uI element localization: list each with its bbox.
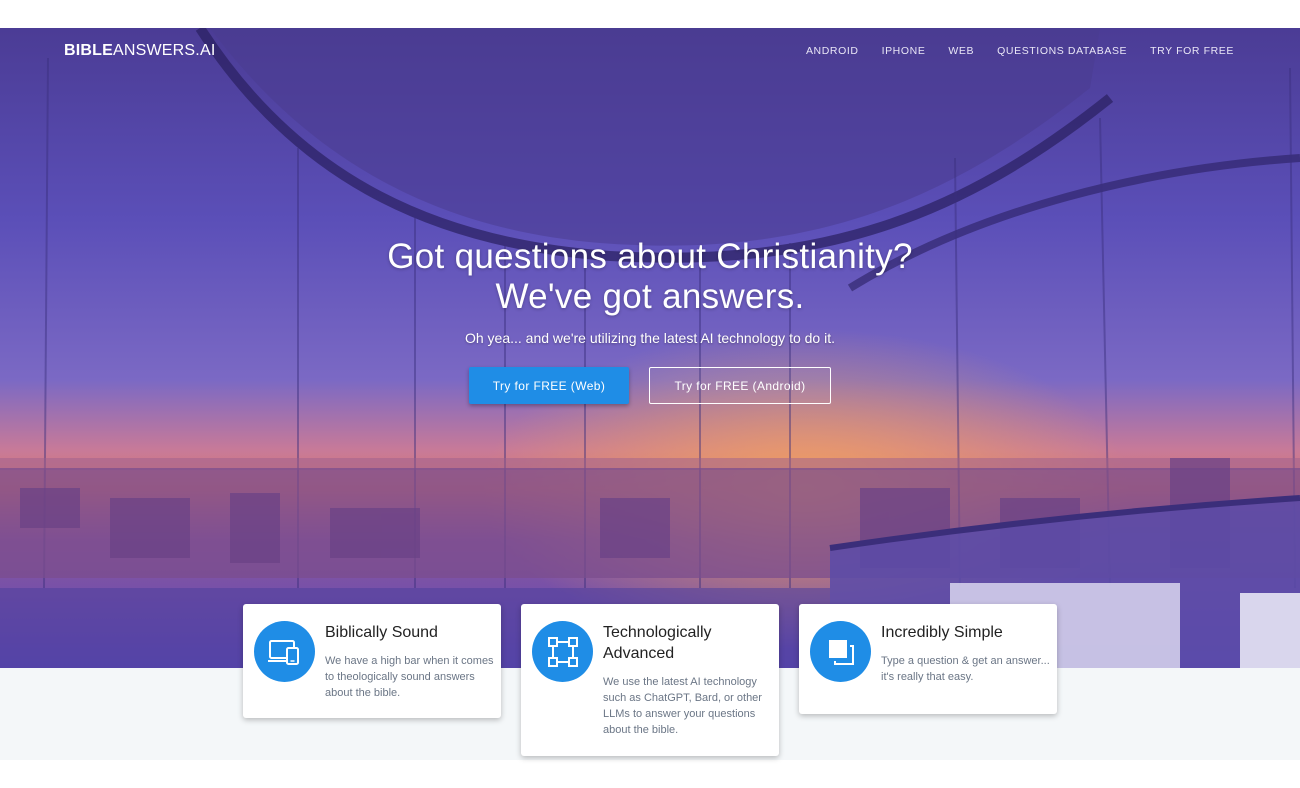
feature-card-incredibly-simple: Incredibly Simple Type a question & get … <box>799 604 1057 714</box>
feature-title: Biblically Sound <box>325 624 438 641</box>
hero-background-image <box>0 28 1300 668</box>
hero-headline-line-1: Got questions about Christianity? <box>387 237 913 276</box>
feature-title-line: Technologically <box>603 624 712 641</box>
brand-bold: BIBLE <box>64 42 113 59</box>
feature-card-technologically-advanced: Technologically Advanced We use the late… <box>521 604 779 756</box>
nav-item-android[interactable]: ANDROID <box>806 45 859 57</box>
feature-description-line: We use the latest AI technology <box>603 676 757 688</box>
feature-description: We use the latest AI technology such as … <box>603 674 762 738</box>
top-navbar: BIBLEANSWERS.AI ANDROID IPHONE WEB QUEST… <box>0 28 1300 74</box>
feature-description-line: such as ChatGPT, Bard, or other <box>603 692 762 704</box>
feature-title: Incredibly Simple <box>881 624 1003 641</box>
brand-light: ANSWERS.AI <box>113 42 216 59</box>
nav-item-iphone[interactable]: IPHONE <box>882 45 926 57</box>
feature-description: We have a high bar when it comes to theo… <box>325 653 494 701</box>
try-free-android-button[interactable]: Try for FREE (Android) <box>649 367 831 404</box>
nav-links: ANDROID IPHONE WEB QUESTIONS DATABASE TR… <box>783 45 1234 57</box>
nav-item-web[interactable]: WEB <box>948 45 974 57</box>
feature-description-line: about the bible. <box>325 687 401 699</box>
brand-logo[interactable]: BIBLEANSWERS.AI <box>64 42 215 60</box>
hero-headline: Got questions about Christianity? We've … <box>0 237 1300 317</box>
layers-icon <box>810 621 871 682</box>
feature-description-line: LLMs to answer your questions <box>603 708 756 720</box>
hero-section <box>0 28 1300 668</box>
nav-item-questions-database[interactable]: QUESTIONS DATABASE <box>997 45 1127 57</box>
try-free-web-button[interactable]: Try for FREE (Web) <box>469 367 629 404</box>
vector-square-icon <box>532 621 593 682</box>
feature-title-line: Advanced <box>603 645 675 662</box>
feature-description-line: to theologically sound answers <box>325 671 475 683</box>
feature-description: Type a question & get an answer... it's … <box>881 653 1050 685</box>
feature-card-biblically-sound: Biblically Sound We have a high bar when… <box>243 604 501 718</box>
hero-subline: Oh yea... and we're utilizing the latest… <box>464 330 835 346</box>
page: BIBLEANSWERS.AI ANDROID IPHONE WEB QUEST… <box>0 0 1300 788</box>
feature-description-line: it's really that easy. <box>881 671 974 683</box>
feature-description-line: We have a high bar when it comes <box>325 655 494 667</box>
hero-headline-line-2: We've got answers. <box>495 277 805 316</box>
feature-description-line: about the bible. <box>603 724 679 736</box>
feature-description-line: Type a question & get an answer... <box>881 655 1050 667</box>
feature-title: Technologically Advanced <box>603 622 712 664</box>
nav-item-try-for-free[interactable]: TRY FOR FREE <box>1150 45 1234 57</box>
monitor-phone-icon <box>254 621 315 682</box>
